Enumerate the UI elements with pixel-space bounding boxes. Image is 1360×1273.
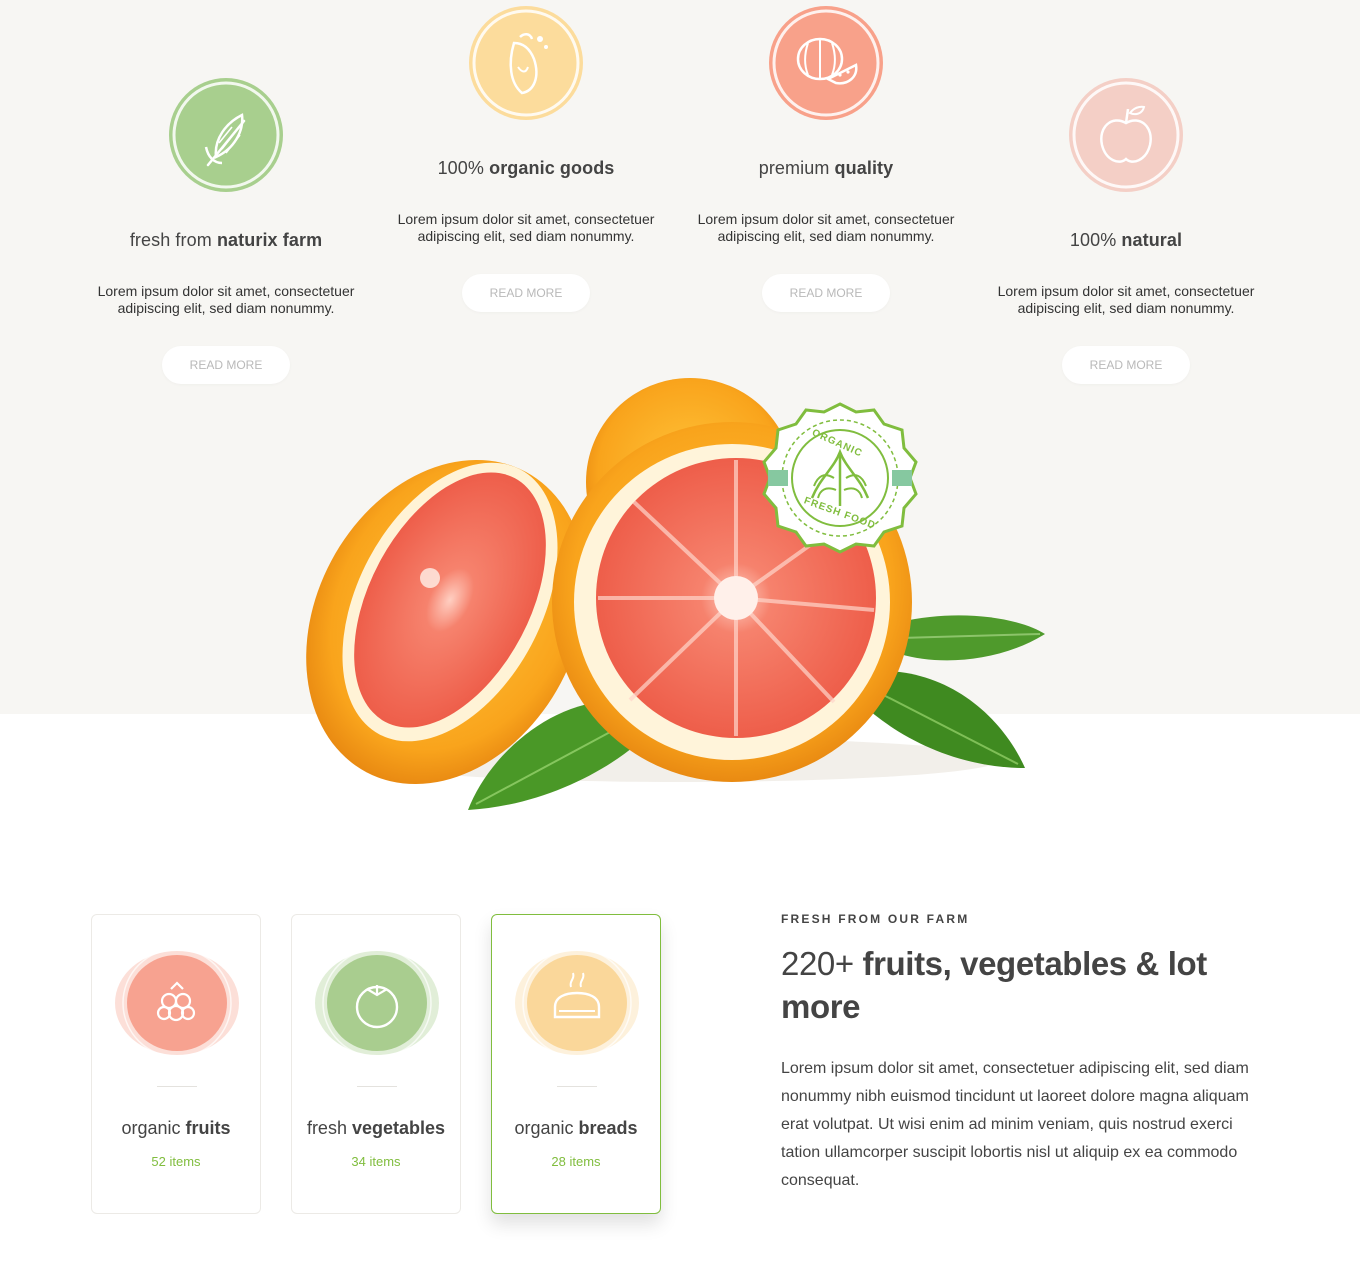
feature-title: 100% natural [1069,230,1183,250]
category-count[interactable]: 34 items [292,1154,460,1169]
grapefruit-image [306,378,1045,810]
bread-icon [515,948,639,1058]
feature-desc: Lorem ipsum dolor sit amet, consectetuer… [97,283,355,316]
about-section: FRESH FROM OUR FARM 220+ fruits, vegetab… [781,912,1271,1195]
read-more-button[interactable]: READ MORE [162,346,290,384]
category-count[interactable]: 52 items [92,1154,260,1169]
read-more-button[interactable]: READ MORE [1062,346,1190,384]
feature-desc: Lorem ipsum dolor sit amet, consectetuer… [997,283,1255,316]
feature-natural: 100% natural Lorem ipsum dolor sit amet,… [976,75,1276,384]
category-card-fruits[interactable]: organic fruits 52 items [91,914,261,1214]
category-card-breads[interactable]: organic breads 28 items [491,914,661,1214]
category-name: organic fruits [121,1118,231,1138]
divider [557,1086,597,1087]
read-more-button[interactable]: READ MORE [762,274,890,312]
watermelon-icon [769,6,883,120]
feature-title: premium quality [758,158,894,178]
feature-fresh-farm: fresh from naturix farm Lorem ipsum dolo… [76,75,376,384]
feature-title: fresh from naturix farm [129,230,323,250]
divider [157,1086,197,1087]
category-card-vegetables[interactable]: fresh vegetables 34 items [291,914,461,1214]
juice-icon [469,6,583,120]
feature-title: 100% organic goods [437,158,615,178]
section-body: Lorem ipsum dolor sit amet, consectetuer… [781,1060,1249,1189]
read-more-button[interactable]: READ MORE [462,274,590,312]
section-eyebrow: FRESH FROM OUR FARM [781,912,970,926]
feature-desc: Lorem ipsum dolor sit amet, consectetuer… [697,211,955,244]
corn-icon [169,78,283,192]
raspberry-icon [115,948,239,1058]
category-name: organic breads [514,1118,638,1138]
divider [357,1086,397,1087]
feature-premium-quality: premium quality Lorem ipsum dolor sit am… [676,3,976,312]
category-name: fresh vegetables [306,1118,446,1138]
apple-icon [1069,78,1183,192]
category-count[interactable]: 28 items [492,1154,660,1169]
section-heading: 220+ fruits, vegetables & lot more [781,945,1207,1025]
feature-desc: Lorem ipsum dolor sit amet, consectetuer… [397,211,655,244]
feature-organic-goods: 100% organic goods Lorem ipsum dolor sit… [376,3,676,312]
tomato-icon [315,948,439,1058]
organic-fresh-food-badge [762,402,918,554]
